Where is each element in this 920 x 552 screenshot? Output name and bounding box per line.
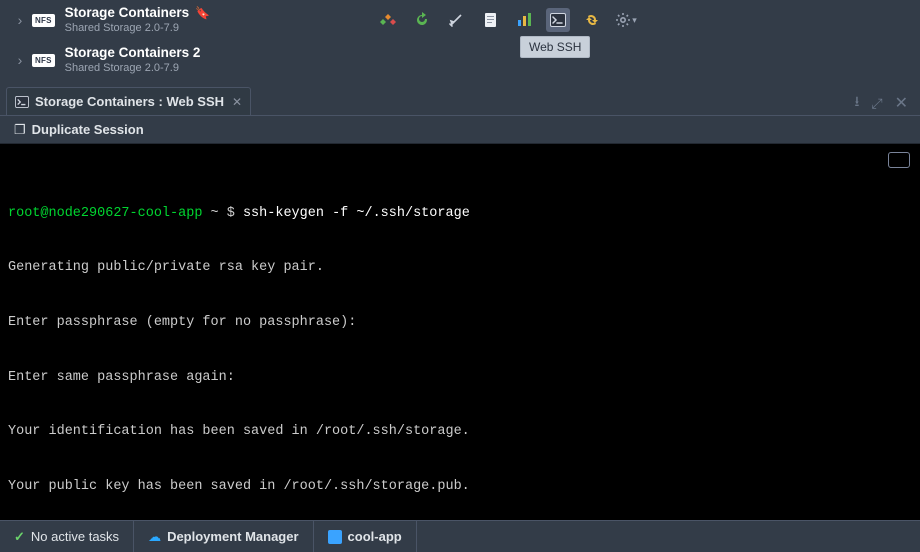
redeploy-icon[interactable] [580,8,604,32]
terminal[interactable]: root@node290627-cool-app ~ $ ssh-keygen … [0,144,920,520]
config-icon[interactable] [444,8,468,32]
deploy-label: Deployment Manager [167,529,298,544]
terminal-icon [15,96,29,108]
duplicate-session-label: Duplicate Session [32,122,144,137]
tab-title: Storage Containers : Web SSH [35,94,224,109]
term-output: Your public key has been saved in /root/… [8,478,912,496]
nfs-badge-icon: NFS [32,54,55,67]
close-panel-icon[interactable]: ✕ [895,93,908,113]
node-subtitle: Shared Storage 2.0-7.9 [65,22,210,36]
restart-icon[interactable] [410,8,434,32]
cloud-up-icon: ☁ [148,529,161,545]
status-app[interactable]: cool-app [314,521,417,552]
term-output: Your identification has been saved in /r… [8,423,912,441]
tree-row-storage-containers-2[interactable]: › NFS Storage Containers 2 Shared Storag… [0,40,920,80]
node-toolbar: ▾ [376,8,638,32]
duplicate-session-bar[interactable]: ❐ Duplicate Session [0,116,920,144]
download-icon[interactable]: ⭳ [854,91,859,115]
web-ssh-icon[interactable] [546,8,570,32]
term-output: Enter same passphrase again: [8,369,912,387]
node-subtitle: Shared Storage 2.0-7.9 [65,62,201,76]
tab-close-icon[interactable]: ✕ [232,95,242,109]
tasks-label: No active tasks [31,529,119,544]
term-output: Enter passphrase (empty for no passphras… [8,314,912,332]
status-tasks[interactable]: ✓ No active tasks [0,521,134,552]
log-icon[interactable] [478,8,502,32]
nfs-badge-icon: NFS [32,14,55,27]
app-icon [328,530,342,544]
tag-icon[interactable]: 🔖 [195,6,210,21]
keyboard-icon[interactable] [888,152,910,168]
check-icon: ✓ [14,529,25,545]
tab-strip: Storage Containers : Web SSH ✕ ⭳ ⤢ ✕ [0,84,920,116]
node-name: Storage Containers [65,5,190,22]
tab-web-ssh[interactable]: Storage Containers : Web SSH ✕ [6,87,251,115]
stats-icon[interactable] [512,8,536,32]
settings-gear-icon[interactable]: ▾ [614,8,638,32]
status-deployment-manager[interactable]: ☁ Deployment Manager [134,521,313,552]
node-name: Storage Containers 2 [65,45,201,62]
term-output: Generating public/private rsa key pair. [8,259,912,277]
expand-icon[interactable]: › [14,12,26,28]
duplicate-icon: ❐ [14,122,26,138]
expand-icon[interactable]: › [14,52,26,68]
node-tree: › NFS Storage Containers 🔖 Shared Storage… [0,0,920,84]
expand-icon[interactable]: ⤢ [871,95,882,112]
app-label: cool-app [348,529,402,544]
tooltip: Web SSH [520,36,590,58]
addons-icon[interactable] [376,8,400,32]
status-bar: ✓ No active tasks ☁ Deployment Manager c… [0,520,920,552]
